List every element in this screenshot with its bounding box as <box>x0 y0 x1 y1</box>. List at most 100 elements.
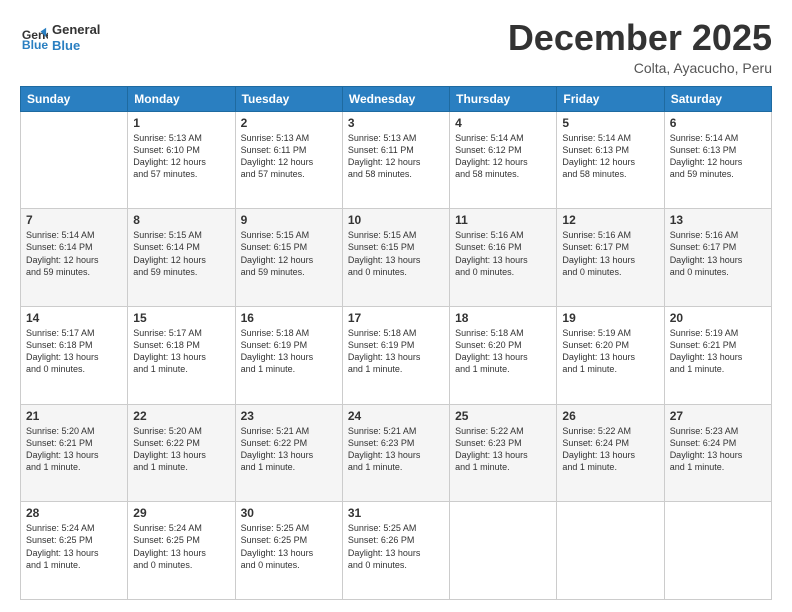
table-row: 24 Sunrise: 5:21 AM Sunset: 6:23 PM Dayli… <box>342 404 449 502</box>
table-row: 5Sunrise: 5:14 AM Sunset: 6:13 PM Daylig… <box>557 111 664 209</box>
day-number: 8 <box>133 213 229 227</box>
day-info: Sunrise: 5:17 AM Sunset: 6:18 PM Dayligh… <box>26 327 122 376</box>
table-row: 19Sunrise: 5:19 AM Sunset: 6:20 PM Dayli… <box>557 306 664 404</box>
table-row: 22Sunrise: 5:20 AM Sunset: 6:22 PM Dayli… <box>128 404 235 502</box>
day-info: Sunrise: 5:25 AM Sunset: 6:25 PM Dayligh… <box>241 522 337 571</box>
table-row: 28 Sunrise: 5:24 AM Sunset: 6:25 PM Dayli… <box>21 502 128 600</box>
day-info: Sunrise: 5:25 AM Sunset: 6:26 PM Dayligh… <box>348 522 444 571</box>
table-row: 12 Sunrise: 5:16 AM Sunset: 6:17 PM Dayli… <box>557 209 664 307</box>
day-info: Sunrise: 5:20 AM Sunset: 6:21 PM Dayligh… <box>26 425 122 474</box>
day-number: 21 <box>26 409 122 423</box>
day-number: 20 <box>670 311 766 325</box>
table-row: 10 Sunrise: 5:15 AM Sunset: 6:15 PM Dayli… <box>342 209 449 307</box>
day-info: Sunrise: 5:22 AM Sunset: 6:23 PM Dayligh… <box>455 425 551 474</box>
table-row <box>664 502 771 600</box>
day-number: 7 <box>26 213 122 227</box>
table-row: 8 Sunrise: 5:15 AM Sunset: 6:14 PM Daylig… <box>128 209 235 307</box>
day-number: 3 <box>348 116 444 130</box>
day-info: Sunrise: 5:15 AM Sunset: 6:14 PM Dayligh… <box>133 229 229 278</box>
page: General Blue General Blue December 2025 … <box>0 0 792 612</box>
day-number: 28 <box>26 506 122 520</box>
table-row <box>557 502 664 600</box>
day-number: 10 <box>348 213 444 227</box>
svg-text:Blue: Blue <box>22 38 48 52</box>
day-info: Sunrise: 5:19 AM Sunset: 6:20 PM Dayligh… <box>562 327 658 376</box>
location: Colta, Ayacucho, Peru <box>508 60 772 76</box>
day-number: 12 <box>562 213 658 227</box>
day-info: Sunrise: 5:14 AM Sunset: 6:14 PM Dayligh… <box>26 229 122 278</box>
table-row: 6Sunrise: 5:14 AM Sunset: 6:13 PM Daylig… <box>664 111 771 209</box>
day-info: Sunrise: 5:15 AM Sunset: 6:15 PM Dayligh… <box>348 229 444 278</box>
day-number: 9 <box>241 213 337 227</box>
day-info: Sunrise: 5:18 AM Sunset: 6:19 PM Dayligh… <box>241 327 337 376</box>
table-row: 4 Sunrise: 5:14 AM Sunset: 6:12 PM Daylig… <box>450 111 557 209</box>
day-info: Sunrise: 5:15 AM Sunset: 6:15 PM Dayligh… <box>241 229 337 278</box>
col-friday: Friday <box>557 86 664 111</box>
day-info: Sunrise: 5:21 AM Sunset: 6:22 PM Dayligh… <box>241 425 337 474</box>
col-thursday: Thursday <box>450 86 557 111</box>
day-info: Sunrise: 5:24 AM Sunset: 6:25 PM Dayligh… <box>26 522 122 571</box>
table-row: 11 Sunrise: 5:16 AM Sunset: 6:16 PM Dayli… <box>450 209 557 307</box>
month-title: December 2025 <box>508 18 772 58</box>
table-row <box>450 502 557 600</box>
day-number: 25 <box>455 409 551 423</box>
day-number: 5 <box>562 116 658 130</box>
logo-icon: General Blue <box>20 24 48 52</box>
table-row: 15Sunrise: 5:17 AM Sunset: 6:18 PM Dayli… <box>128 306 235 404</box>
table-row: 13Sunrise: 5:16 AM Sunset: 6:17 PM Dayli… <box>664 209 771 307</box>
day-info: Sunrise: 5:14 AM Sunset: 6:13 PM Dayligh… <box>670 132 766 181</box>
day-number: 17 <box>348 311 444 325</box>
header: General Blue General Blue December 2025 … <box>20 18 772 76</box>
table-row: 31 Sunrise: 5:25 AM Sunset: 6:26 PM Dayli… <box>342 502 449 600</box>
table-row <box>21 111 128 209</box>
day-number: 29 <box>133 506 229 520</box>
col-saturday: Saturday <box>664 86 771 111</box>
day-info: Sunrise: 5:18 AM Sunset: 6:20 PM Dayligh… <box>455 327 551 376</box>
col-wednesday: Wednesday <box>342 86 449 111</box>
day-number: 26 <box>562 409 658 423</box>
day-info: Sunrise: 5:13 AM Sunset: 6:11 PM Dayligh… <box>241 132 337 181</box>
calendar-week-row: 7 Sunrise: 5:14 AM Sunset: 6:14 PM Daylig… <box>21 209 772 307</box>
day-number: 13 <box>670 213 766 227</box>
logo: General Blue General Blue <box>20 22 100 53</box>
col-sunday: Sunday <box>21 86 128 111</box>
day-info: Sunrise: 5:21 AM Sunset: 6:23 PM Dayligh… <box>348 425 444 474</box>
calendar-week-row: 28 Sunrise: 5:24 AM Sunset: 6:25 PM Dayli… <box>21 502 772 600</box>
table-row: 27 Sunrise: 5:23 AM Sunset: 6:24 PM Dayli… <box>664 404 771 502</box>
table-row: 9 Sunrise: 5:15 AM Sunset: 6:15 PM Daylig… <box>235 209 342 307</box>
table-row: 20 Sunrise: 5:19 AM Sunset: 6:21 PM Dayli… <box>664 306 771 404</box>
table-row: 29Sunrise: 5:24 AM Sunset: 6:25 PM Dayli… <box>128 502 235 600</box>
day-info: Sunrise: 5:18 AM Sunset: 6:19 PM Dayligh… <box>348 327 444 376</box>
logo-line1: General <box>52 22 100 38</box>
table-row: 30 Sunrise: 5:25 AM Sunset: 6:25 PM Dayli… <box>235 502 342 600</box>
day-number: 27 <box>670 409 766 423</box>
day-number: 24 <box>348 409 444 423</box>
col-monday: Monday <box>128 86 235 111</box>
calendar-table: Sunday Monday Tuesday Wednesday Thursday… <box>20 86 772 600</box>
day-info: Sunrise: 5:14 AM Sunset: 6:12 PM Dayligh… <box>455 132 551 181</box>
day-number: 22 <box>133 409 229 423</box>
calendar-week-row: 14Sunrise: 5:17 AM Sunset: 6:18 PM Dayli… <box>21 306 772 404</box>
day-info: Sunrise: 5:16 AM Sunset: 6:17 PM Dayligh… <box>562 229 658 278</box>
table-row: 23Sunrise: 5:21 AM Sunset: 6:22 PM Dayli… <box>235 404 342 502</box>
day-info: Sunrise: 5:16 AM Sunset: 6:16 PM Dayligh… <box>455 229 551 278</box>
day-number: 4 <box>455 116 551 130</box>
table-row: 1 Sunrise: 5:13 AM Sunset: 6:10 PM Daylig… <box>128 111 235 209</box>
day-number: 30 <box>241 506 337 520</box>
table-row: 26 Sunrise: 5:22 AM Sunset: 6:24 PM Dayli… <box>557 404 664 502</box>
day-info: Sunrise: 5:22 AM Sunset: 6:24 PM Dayligh… <box>562 425 658 474</box>
day-info: Sunrise: 5:23 AM Sunset: 6:24 PM Dayligh… <box>670 425 766 474</box>
day-info: Sunrise: 5:13 AM Sunset: 6:10 PM Dayligh… <box>133 132 229 181</box>
day-number: 15 <box>133 311 229 325</box>
table-row: 3 Sunrise: 5:13 AM Sunset: 6:11 PM Daylig… <box>342 111 449 209</box>
table-row: 18Sunrise: 5:18 AM Sunset: 6:20 PM Dayli… <box>450 306 557 404</box>
day-number: 11 <box>455 213 551 227</box>
logo-line2: Blue <box>52 38 100 54</box>
day-number: 1 <box>133 116 229 130</box>
day-number: 31 <box>348 506 444 520</box>
table-row: 2Sunrise: 5:13 AM Sunset: 6:11 PM Daylig… <box>235 111 342 209</box>
table-row: 17 Sunrise: 5:18 AM Sunset: 6:19 PM Dayli… <box>342 306 449 404</box>
day-info: Sunrise: 5:19 AM Sunset: 6:21 PM Dayligh… <box>670 327 766 376</box>
day-info: Sunrise: 5:13 AM Sunset: 6:11 PM Dayligh… <box>348 132 444 181</box>
table-row: 7 Sunrise: 5:14 AM Sunset: 6:14 PM Daylig… <box>21 209 128 307</box>
